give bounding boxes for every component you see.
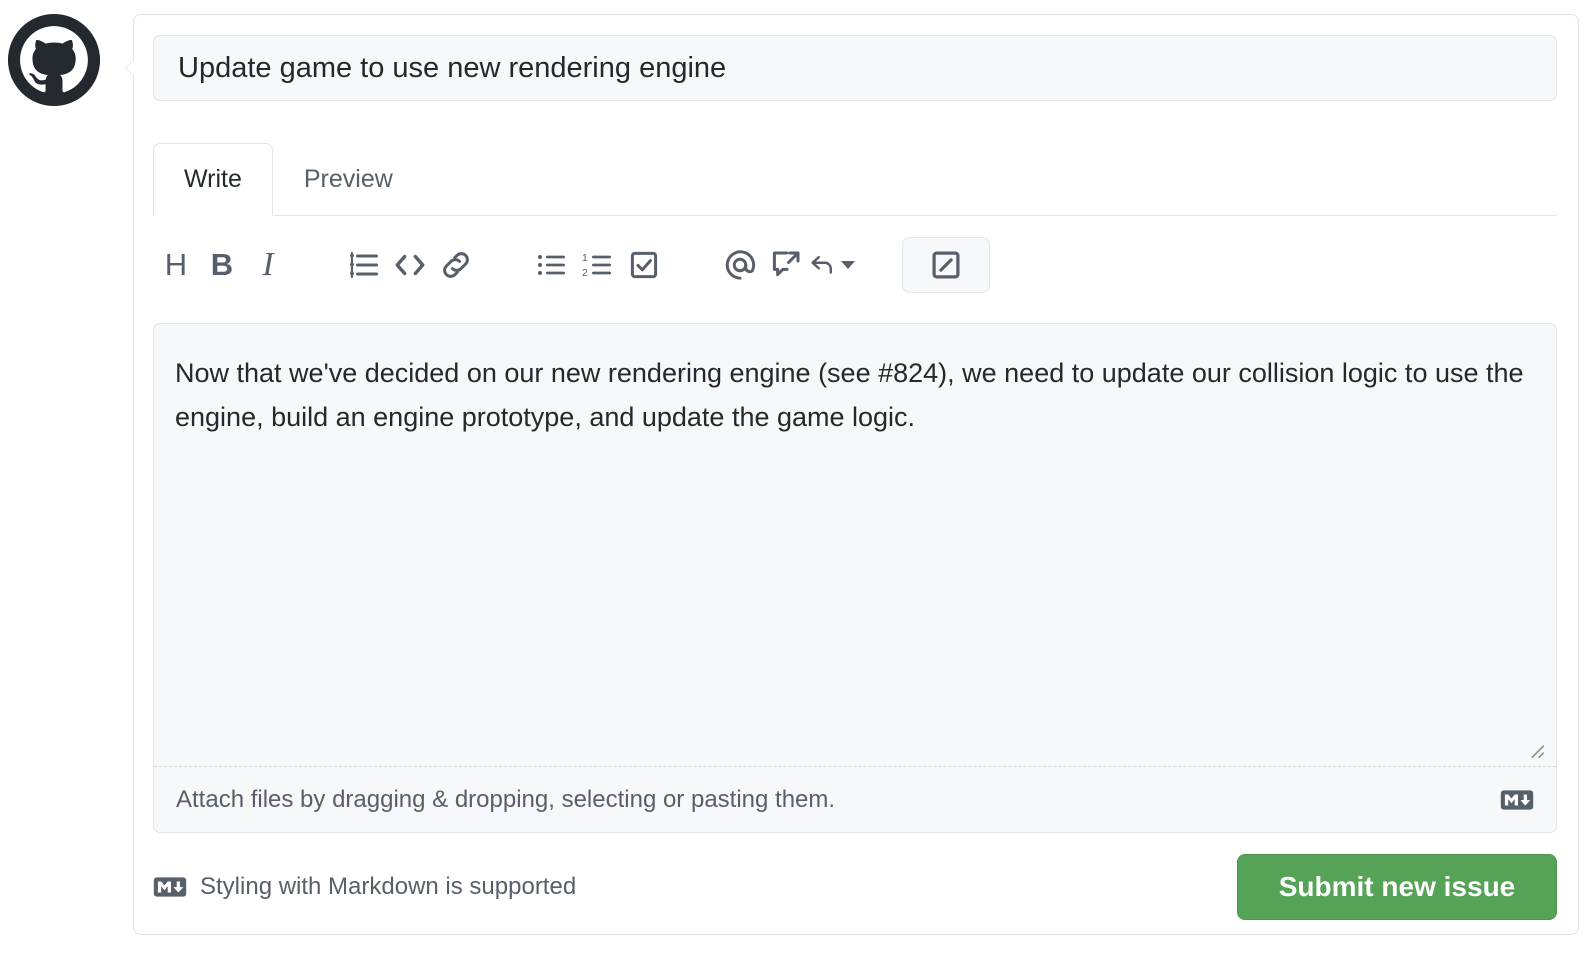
task-list-icon[interactable] xyxy=(621,242,667,288)
markdown-support-note[interactable]: Styling with Markdown is supported xyxy=(153,873,576,901)
bold-glyph: B xyxy=(210,247,234,282)
github-octocat-logo-icon xyxy=(8,14,100,106)
form-footer: Styling with Markdown is supported Submi… xyxy=(153,845,1557,929)
issue-body-editor[interactable]: Now that we've decided on our new render… xyxy=(153,323,1557,833)
ordered-list-icon[interactable]: 1 2 xyxy=(575,242,621,288)
svg-text:2: 2 xyxy=(582,268,588,279)
markdown-support-label: Styling with Markdown is supported xyxy=(200,873,577,900)
tab-preview-label: Preview xyxy=(303,164,393,193)
bold-icon[interactable]: B xyxy=(199,242,245,288)
issue-body-text[interactable]: Now that we've decided on our new render… xyxy=(175,352,1535,439)
textarea-resize-handle[interactable] xyxy=(1524,738,1546,760)
saved-replies-icon[interactable] xyxy=(809,242,855,288)
issue-title-input[interactable] xyxy=(153,35,1557,101)
italic-glyph: I xyxy=(262,245,274,283)
mention-icon[interactable] xyxy=(717,242,763,288)
markdown-icon xyxy=(153,876,187,898)
cross-reference-icon[interactable] xyxy=(763,242,809,288)
link-icon[interactable] xyxy=(433,242,479,288)
attach-files-bar[interactable]: Attach files by dragging & dropping, sel… xyxy=(154,766,1556,832)
heading-glyph: H xyxy=(164,247,188,282)
tab-write-label: Write xyxy=(184,165,242,193)
heading-icon[interactable]: H xyxy=(153,242,199,288)
tab-preview[interactable]: Preview xyxy=(273,142,424,215)
svg-text:1: 1 xyxy=(582,253,588,264)
submit-new-issue-button[interactable]: Submit new issue xyxy=(1237,854,1557,920)
editor-tabs: Write Preview xyxy=(153,143,1557,216)
markdown-toolbar: H B I 1 2 xyxy=(153,217,1557,312)
code-icon[interactable] xyxy=(387,242,433,288)
slash-command-icon[interactable] xyxy=(902,236,990,293)
chevron-down-icon xyxy=(841,260,855,269)
markdown-icon[interactable] xyxy=(1500,789,1534,811)
unordered-list-icon[interactable] xyxy=(529,242,575,288)
avatar[interactable] xyxy=(8,14,100,106)
italic-icon[interactable]: I xyxy=(245,242,291,288)
new-issue-form: Write Preview H B I xyxy=(125,14,1579,935)
speech-bubble-arrow xyxy=(126,59,135,77)
attach-files-label: Attach files by dragging & dropping, sel… xyxy=(176,785,836,813)
quote-icon[interactable] xyxy=(341,242,387,288)
tab-write[interactable]: Write xyxy=(153,143,273,216)
